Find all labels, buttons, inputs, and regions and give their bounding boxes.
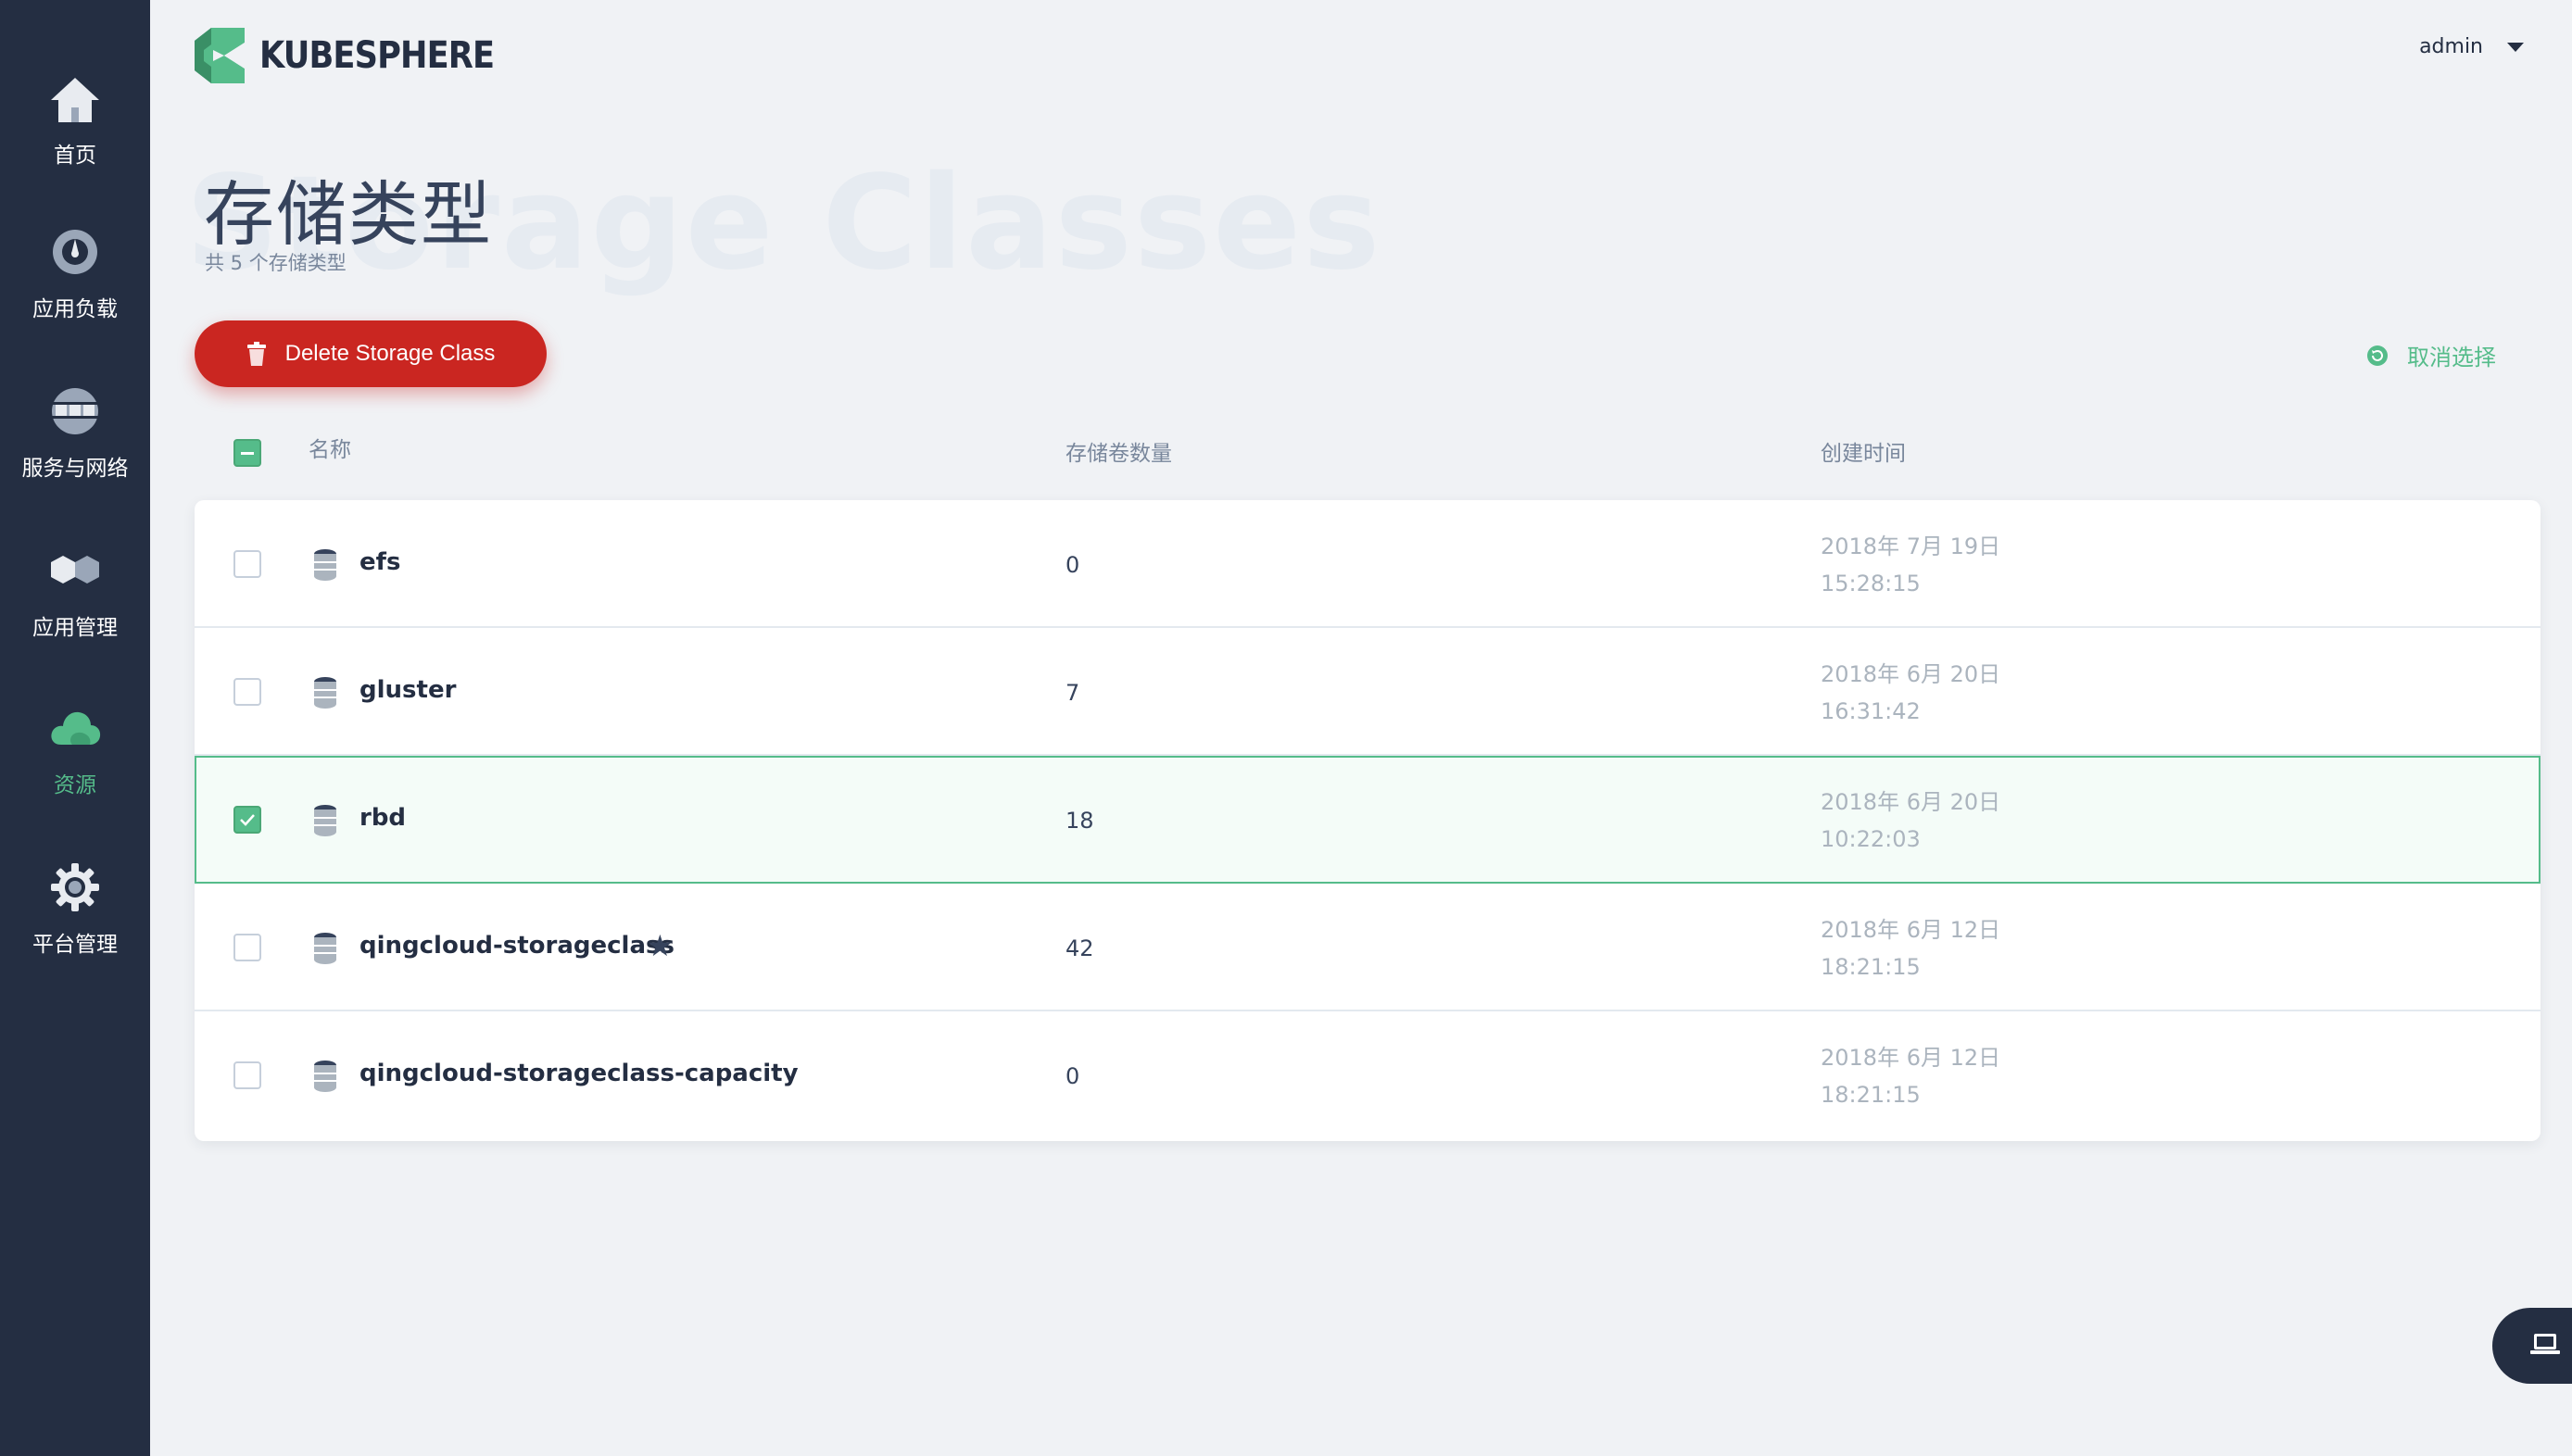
created-clock: 15:28:15 — [1821, 571, 1921, 596]
sidebar-item-apps[interactable]: 应用管理 — [0, 543, 150, 682]
page-title: 存储类型 — [204, 173, 493, 256]
sidebar-item-resources[interactable]: 资源 — [0, 700, 150, 839]
volume-count: 0 — [1065, 552, 1080, 578]
row-checkbox[interactable] — [233, 550, 261, 578]
created-date: 2018年 6月 12日 — [1821, 1045, 2001, 1071]
user-menu[interactable]: admin — [2419, 35, 2524, 58]
created-time: 2018年 6月 20日 10:22:03 — [1821, 784, 2000, 858]
trash-icon — [246, 342, 267, 366]
laptop-icon — [2529, 1332, 2561, 1360]
default-star-icon: ★ — [647, 928, 674, 963]
storage-class-name[interactable]: gluster — [359, 676, 456, 704]
sidebar-item-label: 平台管理 — [32, 933, 118, 957]
table-row[interactable]: efs 0 2018年 7月 19日 15:28:15 — [195, 500, 2540, 628]
created-clock: 18:21:15 — [1821, 1082, 1921, 1108]
sidebar-item-platform[interactable]: 平台管理 — [0, 860, 150, 998]
volume-count: 7 — [1065, 680, 1080, 706]
created-clock: 16:31:42 — [1821, 698, 1921, 724]
sidebar-item-home[interactable]: 首页 — [0, 70, 150, 209]
volume-count: 42 — [1065, 935, 1094, 961]
row-checkbox[interactable] — [233, 806, 261, 834]
sidebar-item-workloads[interactable]: 应用负载 — [0, 224, 150, 363]
created-clock: 18:21:15 — [1821, 954, 1921, 980]
username: admin — [2419, 35, 2483, 58]
column-header-name[interactable]: 名称 — [309, 432, 351, 463]
created-time: 2018年 6月 20日 16:31:42 — [1821, 656, 2000, 730]
deselect-button[interactable]: 取消选择 — [2366, 339, 2496, 371]
kubesphere-logo[interactable]: KUBESPHERE — [193, 26, 526, 85]
table-header: 名称 存储卷数量 创建时间 — [195, 426, 2540, 482]
column-header-created-time[interactable]: 创建时间 — [1821, 435, 1906, 467]
sidebar: 首页 应用负载 服务与网络 应用管理 资源 平台管理 — [0, 0, 150, 1456]
kubesphere-logo-icon — [195, 28, 245, 83]
storage-class-name[interactable]: rbd — [359, 804, 406, 832]
sidebar-item-label: 服务与网络 — [21, 457, 129, 481]
delete-button-label: Delete Storage Class — [284, 341, 496, 366]
row-checkbox[interactable] — [233, 678, 261, 706]
sidebar-item-label: 应用负载 — [32, 297, 118, 321]
volume-count: 18 — [1065, 808, 1094, 834]
toolbox-button[interactable] — [2492, 1308, 2572, 1384]
storage-class-name[interactable]: efs — [359, 548, 400, 576]
delete-storage-class-button[interactable]: Delete Storage Class — [195, 320, 547, 387]
created-time: 2018年 7月 19日 15:28:15 — [1821, 528, 2000, 602]
database-icon — [313, 548, 337, 585]
storage-class-name[interactable]: qingcloud-storageclass-capacity — [359, 1060, 799, 1087]
table-row[interactable]: gluster 7 2018年 6月 20日 16:31:42 — [195, 628, 2540, 756]
deselect-label: 取消选择 — [2407, 345, 2496, 370]
select-all-checkbox[interactable] — [233, 439, 261, 467]
table-row[interactable]: qingcloud-storageclass-capacity 0 2018年 … — [195, 1011, 2540, 1139]
gear-icon — [47, 860, 103, 915]
created-date: 2018年 6月 20日 — [1821, 661, 2001, 687]
created-time: 2018年 6月 12日 18:21:15 — [1821, 911, 2000, 985]
row-checkbox[interactable] — [233, 934, 261, 961]
page-subtitle: 共 5 个存储类型 — [205, 252, 347, 274]
sidebar-item-label: 资源 — [54, 773, 96, 797]
sidebar-item-network[interactable]: 服务与网络 — [0, 383, 150, 522]
caret-down-icon — [2507, 42, 2524, 52]
created-date: 2018年 7月 19日 — [1821, 533, 2001, 559]
storage-class-table: efs 0 2018年 7月 19日 15:28:15 gluster 7 20… — [195, 500, 2540, 1141]
database-icon — [313, 676, 337, 713]
sidebar-item-label: 应用管理 — [32, 616, 118, 640]
table-row[interactable]: qingcloud-storageclass ★ 42 2018年 6月 12日… — [195, 884, 2540, 1011]
created-date: 2018年 6月 20日 — [1821, 789, 2001, 815]
database-icon — [313, 804, 337, 841]
logo-text: KUBESPHERE — [259, 34, 495, 77]
appstore-icon — [47, 543, 103, 598]
created-date: 2018年 6月 12日 — [1821, 917, 2001, 943]
refresh-icon — [2366, 345, 2389, 367]
dashboard-icon — [47, 224, 103, 280]
cloud-icon — [47, 700, 103, 756]
sidebar-item-label: 首页 — [54, 144, 96, 168]
table-row[interactable]: rbd 18 2018年 6月 20日 10:22:03 — [195, 756, 2540, 884]
column-header-volume-count[interactable]: 存储卷数量 — [1065, 435, 1172, 467]
row-checkbox[interactable] — [233, 1061, 261, 1089]
created-time: 2018年 6月 12日 18:21:15 — [1821, 1039, 2000, 1113]
network-icon — [47, 383, 103, 439]
storage-class-name[interactable]: qingcloud-storageclass — [359, 932, 675, 960]
home-icon — [47, 70, 103, 126]
volume-count: 0 — [1065, 1063, 1080, 1089]
created-clock: 10:22:03 — [1821, 826, 1921, 852]
database-icon — [313, 1060, 337, 1097]
checkmark-icon — [240, 814, 255, 826]
database-icon — [313, 932, 337, 969]
